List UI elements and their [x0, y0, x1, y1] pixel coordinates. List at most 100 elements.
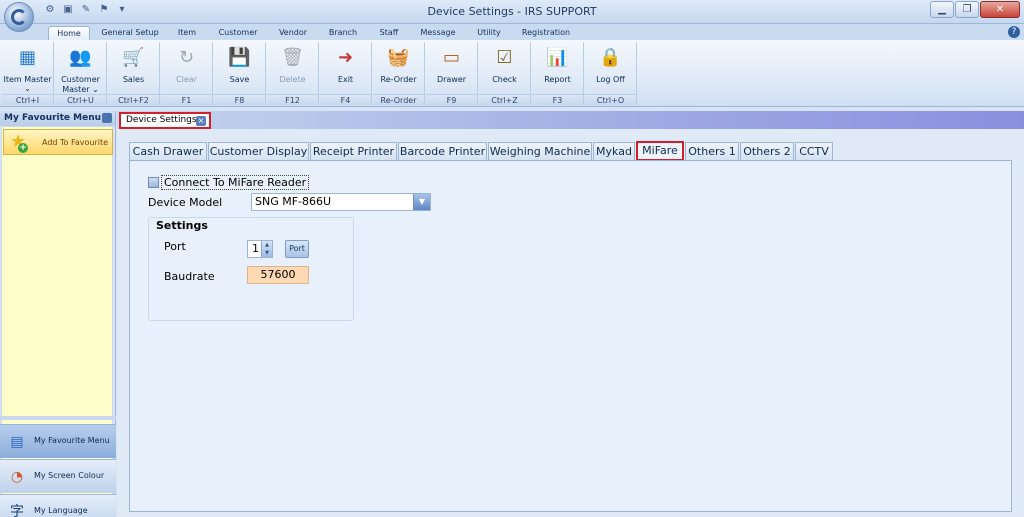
save-shortcut: F8	[214, 94, 265, 105]
exit-label: Exit	[337, 75, 354, 84]
exit-button[interactable]: ➜ Exit F4	[320, 42, 372, 105]
add-to-favourite-button[interactable]: ★ + Add To Favourite	[3, 129, 113, 155]
device-settings-content: Cash Drawer Customer Display Receipt Pri…	[117, 129, 1024, 517]
delete-button[interactable]: 🗑 Delete F12	[267, 42, 319, 105]
language-icon: 字	[10, 504, 24, 517]
drawer-shortcut: F9	[426, 94, 477, 105]
report-label: Report	[544, 75, 571, 84]
check-button[interactable]: ☑ Check Ctrl+Z	[479, 42, 531, 105]
reorder-basket-icon: 🧺	[387, 47, 410, 68]
favourite-menu-icon: ▤	[10, 434, 24, 450]
ribbon-tab-vendor[interactable]: Vendor	[272, 26, 314, 40]
help-icon[interactable]: ?	[1008, 26, 1020, 38]
lock-icon: 🔒	[599, 47, 622, 68]
connect-mifare-checkbox[interactable]	[148, 176, 159, 188]
favourite-panel-header: My Favourite Menu	[0, 111, 115, 126]
report-button[interactable]: 📊 Report F3	[532, 42, 584, 105]
tab-others-1[interactable]: Others 1	[685, 142, 739, 160]
tab-receipt-printer[interactable]: Receipt Printer	[310, 142, 397, 160]
reorder-shortcut: Re-Order	[373, 94, 424, 105]
exit-shortcut: F4	[320, 94, 371, 105]
check-list-icon: ☑	[496, 47, 513, 68]
ribbon-tab-bar: Home General Setup Item Customer Vendor …	[0, 24, 1024, 40]
nav-my-language[interactable]: 字 My Language	[0, 494, 116, 517]
tab-cctv[interactable]: CCTV	[795, 142, 833, 160]
ribbon-tab-general-setup[interactable]: General Setup	[98, 26, 162, 40]
port-spinner[interactable]: 1 ▲ ▼	[247, 240, 273, 258]
drawer-button[interactable]: ▭ Drawer F9	[426, 42, 478, 105]
clear-icon: ↻	[178, 47, 195, 68]
connect-mifare-row: Connect To MiFare Reader	[148, 174, 310, 190]
device-model-select[interactable]: SNG MF-866U ▼	[251, 193, 431, 211]
clear-shortcut: F1	[161, 94, 212, 105]
log-off-label: Log Off	[596, 75, 625, 84]
exit-icon: ➜	[337, 47, 354, 68]
restore-button[interactable]: ❐	[955, 1, 979, 18]
window-controls: ▁ ❐ ✕	[930, 1, 1020, 18]
tab-cash-drawer[interactable]: Cash Drawer	[129, 142, 207, 160]
tab-mifare[interactable]: MiFare	[636, 141, 684, 161]
connect-mifare-label[interactable]: Connect To MiFare Reader	[161, 174, 310, 190]
port-button[interactable]: Port	[285, 240, 309, 258]
chevron-down-icon[interactable]: ▼	[413, 194, 430, 210]
customer-master-button[interactable]: 👥 Customer Master ⌄ Ctrl+U	[55, 42, 107, 105]
reorder-button[interactable]: 🧺 Re-Order Re-Order	[373, 42, 425, 105]
tab-weighing-machine[interactable]: Weighing Machine	[488, 142, 592, 160]
baudrate-field[interactable]: 57600	[247, 266, 309, 284]
item-master-button[interactable]: ▦ Item Master ⌄ Ctrl+I	[2, 42, 54, 105]
pin-icon[interactable]	[102, 113, 112, 123]
tab-mykad[interactable]: Mykad	[593, 142, 635, 160]
nav-my-favourite-menu[interactable]: ▤ My Favourite Menu	[0, 424, 116, 458]
item-master-icon: ▦	[18, 47, 36, 68]
ribbon-tab-home[interactable]: Home	[48, 26, 90, 40]
spinner-arrows-icon[interactable]: ▲ ▼	[261, 241, 272, 257]
save-icon: 💾	[228, 47, 251, 68]
window-title: Device Settings - IRS SUPPORT	[427, 5, 597, 18]
nav-my-screen-colour[interactable]: ◔ My Screen Colour	[0, 459, 116, 493]
clear-label: Clear	[176, 75, 197, 84]
tab-customer-display[interactable]: Customer Display	[208, 142, 309, 160]
close-button[interactable]: ✕	[980, 1, 1020, 18]
ribbon-tab-registration[interactable]: Registration	[516, 26, 576, 40]
ribbon-tab-message[interactable]: Message	[414, 26, 462, 40]
ribbon-tab-utility[interactable]: Utility	[470, 26, 508, 40]
title-bar: ⚙ ▣ ✎ ⚑ ▾ Device Settings - IRS SUPPORT …	[0, 0, 1024, 32]
report-chart-icon: 📊	[546, 47, 569, 68]
item-master-dropdown-icon: ⌄	[24, 84, 31, 93]
sales-button[interactable]: 🛒 Sales Ctrl+F2	[108, 42, 160, 105]
ribbon-tab-branch[interactable]: Branch	[322, 26, 364, 40]
customer-master-icon: 👥	[69, 47, 92, 68]
ribbon-tab-item[interactable]: Item	[170, 26, 204, 40]
delete-label: Delete	[279, 75, 306, 84]
delete-shortcut: F12	[267, 94, 318, 105]
device-model-value: SNG MF-866U	[255, 195, 332, 208]
mifare-settings-panel: Connect To MiFare Reader Device Model SN…	[129, 160, 1012, 512]
sales-shortcut: Ctrl+F2	[108, 94, 159, 105]
document-tab-device-settings[interactable]: Device Settings ×	[119, 112, 211, 129]
check-shortcut: Ctrl+Z	[479, 94, 530, 105]
tab-barcode-printer[interactable]: Barcode Printer	[398, 142, 487, 160]
ribbon-tab-customer[interactable]: Customer	[214, 26, 262, 40]
save-label: Save	[229, 75, 250, 84]
delete-icon: 🗑	[281, 47, 304, 68]
settings-group: Settings Port 1 ▲ ▼ Port Baudrate 57600	[148, 217, 354, 321]
reorder-label: Re-Order	[380, 75, 417, 84]
clear-button[interactable]: ↻ Clear F1	[161, 42, 213, 105]
ribbon-toolbar: ▦ Item Master ⌄ Ctrl+I 👥 Customer Master…	[0, 40, 1024, 107]
customer-master-shortcut: Ctrl+U	[55, 94, 106, 105]
nav-my-favourite-menu-label: My Favourite Menu	[34, 436, 110, 445]
document-tab-strip: Device Settings ×	[117, 111, 1024, 129]
close-tab-icon[interactable]: ×	[196, 116, 206, 126]
item-master-shortcut: Ctrl+I	[2, 94, 53, 105]
sales-label: Sales	[122, 75, 145, 84]
add-to-favourite-label: Add To Favourite	[42, 138, 109, 147]
tab-others-2[interactable]: Others 2	[740, 142, 794, 160]
minimize-button[interactable]: ▁	[930, 1, 954, 18]
nav-my-language-label: My Language	[34, 506, 88, 515]
check-label: Check	[492, 75, 517, 84]
log-off-button[interactable]: 🔒 Log Off Ctrl+O	[585, 42, 637, 105]
ribbon-tab-staff[interactable]: Staff	[371, 26, 407, 40]
panel-splitter[interactable]	[0, 416, 116, 420]
app-menu-orb-icon[interactable]	[4, 2, 34, 32]
save-button[interactable]: 💾 Save F8	[214, 42, 266, 105]
